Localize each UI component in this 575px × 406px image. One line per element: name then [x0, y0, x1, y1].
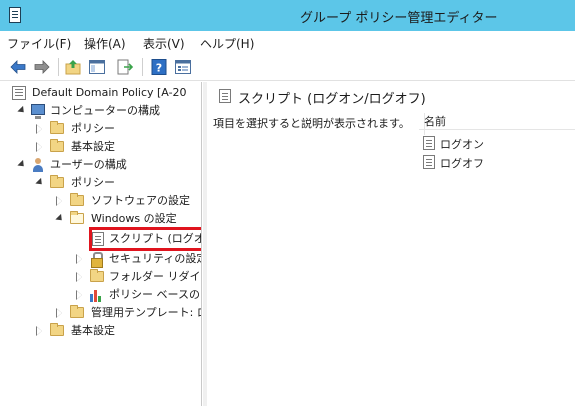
collapsed-arrow-icon[interactable]: [36, 124, 44, 134]
tree-label: Windows の設定: [91, 212, 177, 225]
computer-icon: [31, 104, 45, 119]
collapsed-arrow-icon[interactable]: [36, 326, 44, 336]
policy-document-icon: [12, 86, 26, 100]
menu-help[interactable]: ヘルプ(H): [200, 35, 254, 52]
details-title: スクリプト (ログオン/ログオフ): [238, 92, 426, 107]
tree-label: コンピューターの構成: [50, 104, 160, 117]
tree-label: スクリプト (ログオン/: [109, 232, 201, 245]
folder-icon: [50, 175, 64, 188]
list-item-label: ログオン: [440, 138, 484, 151]
toolbar: ?: [0, 53, 575, 81]
collapsed-arrow-icon[interactable]: [56, 196, 64, 206]
properties-icon[interactable]: [174, 58, 192, 76]
window-title: グループ ポリシー管理エディター: [300, 11, 498, 26]
collapsed-arrow-icon[interactable]: [76, 254, 84, 264]
menu-view[interactable]: 表示(V): [143, 35, 185, 52]
menu-file[interactable]: ファイル(F): [7, 35, 71, 52]
folder-icon: [50, 323, 64, 336]
export-list-icon[interactable]: [116, 58, 134, 76]
expanded-arrow-icon[interactable]: [18, 107, 26, 115]
script-icon: [219, 89, 231, 103]
folder-icon: [90, 269, 104, 282]
tree-pane: Default Domain Policy [A-20 コンピューターの構成 ポ…: [4, 82, 202, 406]
collapsed-arrow-icon[interactable]: [36, 142, 44, 152]
tree-label: 基本設定: [71, 324, 115, 337]
menu-bar: ファイル(F) 操作(A) 表示(V) ヘルプ(H): [0, 31, 575, 53]
column-header-name[interactable]: 名前: [419, 108, 575, 135]
tree-label: ポリシー: [71, 176, 115, 189]
collapsed-arrow-icon[interactable]: [76, 290, 84, 300]
expanded-arrow-icon[interactable]: [18, 161, 26, 169]
up-folder-icon[interactable]: [64, 58, 82, 76]
tree-label: ソフトウェアの設定: [91, 194, 190, 207]
forward-arrow-icon[interactable]: [33, 58, 51, 76]
tree-label: Default Domain Policy [A-20: [32, 86, 187, 99]
folder-icon: [70, 305, 84, 318]
items-list: 名前 ログオン ログオフ: [419, 108, 575, 406]
tree-label: ユーザーの構成: [50, 158, 127, 171]
tree-label: 管理用テンプレート: ロ: [91, 306, 202, 319]
tree-label: 基本設定: [71, 140, 115, 153]
back-arrow-icon[interactable]: [9, 58, 27, 76]
tree-label: ポリシー ベースの Q: [109, 288, 202, 301]
script-icon: [423, 136, 435, 150]
details-header: スクリプト (ログオン/ログオフ): [208, 82, 575, 108]
show-hide-tree-icon[interactable]: [88, 58, 106, 76]
folder-icon: [70, 193, 84, 206]
collapsed-arrow-icon[interactable]: [56, 308, 64, 318]
toolbar-separator: [142, 58, 143, 76]
expanded-arrow-icon[interactable]: [56, 215, 64, 223]
menu-action[interactable]: 操作(A): [84, 35, 126, 52]
collapsed-arrow-icon[interactable]: [76, 272, 84, 282]
app-icon: [9, 7, 21, 23]
tree-label: ポリシー: [71, 122, 115, 135]
user-icon: [31, 158, 45, 172]
folder-icon: [50, 139, 64, 152]
svg-text:?: ?: [156, 62, 162, 75]
title-bar: グループ ポリシー管理エディター: [0, 0, 575, 31]
list-item-label: ログオフ: [440, 157, 484, 170]
tree-label: セキュリティの設定: [109, 252, 202, 265]
open-folder-icon: [70, 211, 84, 224]
script-icon: [92, 232, 104, 246]
script-icon: [423, 155, 435, 169]
help-icon[interactable]: ?: [150, 58, 168, 76]
column-label: 名前: [424, 115, 446, 128]
expanded-arrow-icon[interactable]: [36, 179, 44, 187]
tree-node-scripts[interactable]: スクリプト (ログオン/: [90, 230, 201, 248]
folder-icon: [50, 121, 64, 134]
pane-splitter[interactable]: [203, 82, 207, 406]
tree-label: フォルダー リダイレク: [109, 270, 201, 283]
bar-chart-icon: [90, 288, 104, 302]
lock-icon: [90, 252, 103, 268]
description-text: 項目を選択すると説明が表示されます。: [213, 117, 410, 130]
details-pane: スクリプト (ログオン/ログオフ) 項目を選択すると説明が表示されます。 名前 …: [208, 82, 575, 406]
toolbar-separator: [58, 58, 59, 76]
